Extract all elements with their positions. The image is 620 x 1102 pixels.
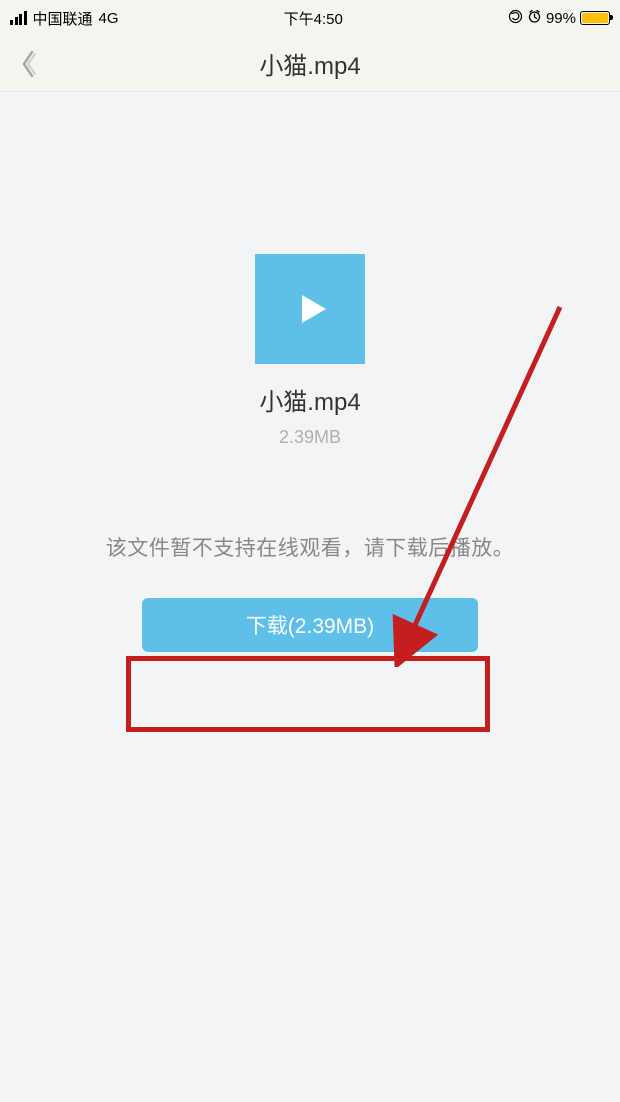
video-file-icon xyxy=(255,254,365,364)
nav-bar: 小猫.mp4 xyxy=(0,36,620,92)
download-button[interactable]: 下载(2.39MB) xyxy=(142,598,478,652)
status-time: 下午4:50 xyxy=(284,8,343,29)
annotation-highlight-box xyxy=(126,656,490,732)
play-icon xyxy=(286,285,334,333)
signal-icon xyxy=(10,11,27,25)
back-button[interactable] xyxy=(8,44,48,84)
orientation-lock-icon xyxy=(508,9,523,28)
hint-message: 该文件暂不支持在线观看，请下载后播放。 xyxy=(106,532,515,562)
page-title: 小猫.mp4 xyxy=(0,46,620,81)
status-right: 99% xyxy=(508,9,610,28)
battery-percent: 99% xyxy=(546,10,576,27)
file-size: 2.39MB xyxy=(279,427,341,448)
chevron-left-icon xyxy=(18,48,38,80)
carrier-label: 中国联通 xyxy=(33,8,93,29)
network-label: 4G xyxy=(99,10,119,27)
file-name: 小猫.mp4 xyxy=(259,382,360,417)
battery-icon xyxy=(580,11,610,25)
content-area: 小猫.mp4 2.39MB 该文件暂不支持在线观看，请下载后播放。 下载(2.3… xyxy=(0,92,620,1102)
alarm-icon xyxy=(527,9,542,28)
status-left: 中国联通 4G xyxy=(10,8,119,29)
status-bar: 中国联通 4G 下午4:50 99% xyxy=(0,0,620,36)
